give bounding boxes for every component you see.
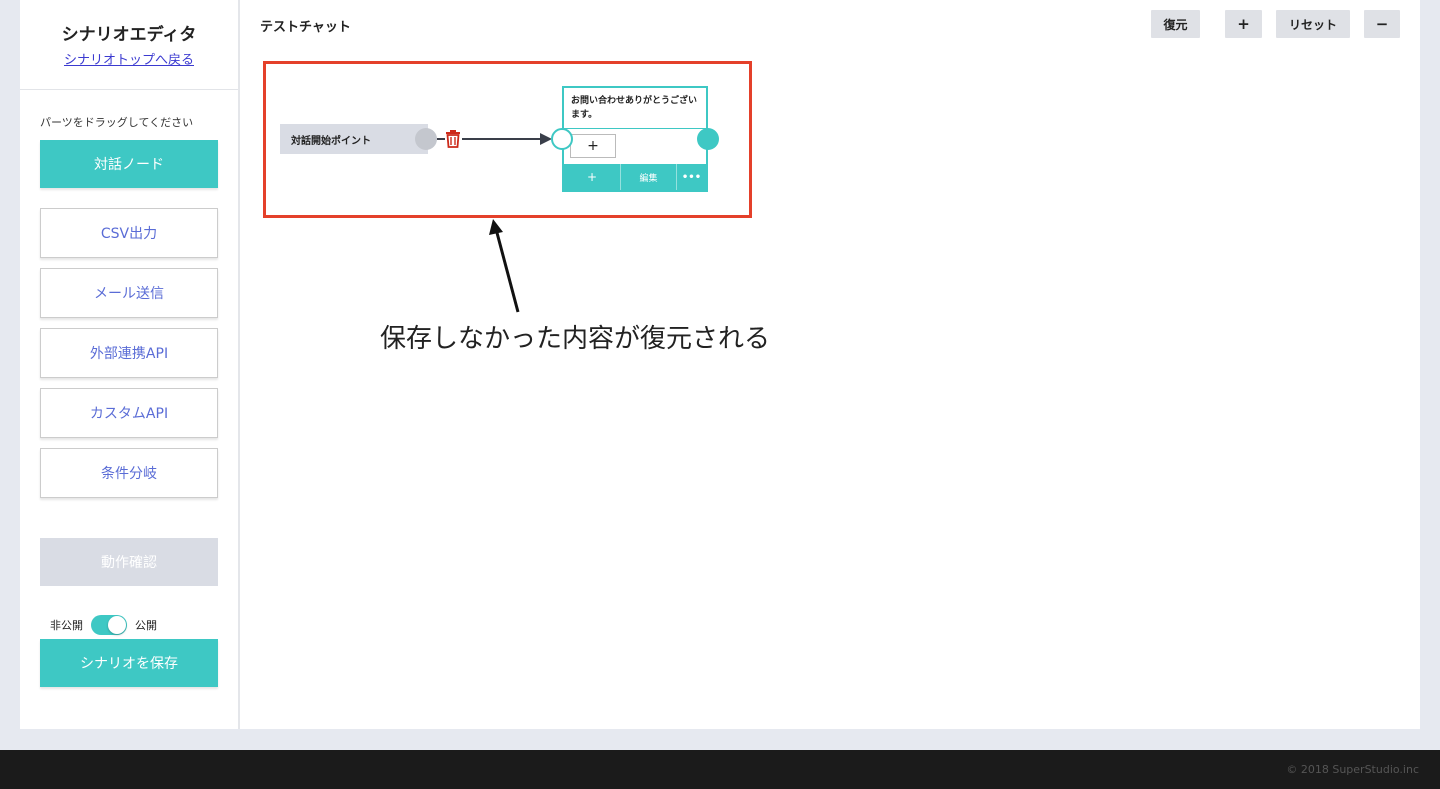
toggle-on-label: 公開 (135, 619, 157, 632)
back-to-top-link[interactable]: シナリオトップへ戻る (20, 49, 238, 68)
node-add-button[interactable]: + (564, 164, 621, 190)
part-dialog-node[interactable]: 対話ノード (40, 140, 218, 188)
toggle-off-label: 非公開 (50, 619, 83, 632)
add-choice-button[interactable]: + (570, 134, 616, 158)
save-scenario-button[interactable]: シナリオを保存 (40, 639, 218, 687)
message-node-text: お問い合わせありがとうございます。 (571, 96, 698, 120)
message-node[interactable]: お問い合わせありがとうございます。 + + 編集 ••• (562, 86, 708, 192)
message-node-divider (564, 128, 706, 129)
part-mail-send[interactable]: メール送信 (40, 268, 218, 318)
part-custom-api[interactable]: カスタムAPI (40, 388, 218, 438)
part-condition-branch[interactable]: 条件分岐 (40, 448, 218, 498)
drag-instruction: パーツをドラッグしてください (40, 116, 194, 129)
footer: © 2018 SuperStudio.inc (0, 750, 1440, 789)
publish-toggle-row: 非公開 公開 (50, 615, 157, 635)
editor-canvas[interactable]: テストチャット 復元 + リセット − 対話開始ポイント お問い合わせありがとう… (240, 0, 1420, 729)
node-more-icon[interactable]: ••• (677, 164, 706, 190)
test-run-button[interactable]: 動作確認 (40, 538, 218, 586)
message-node-footer: + 編集 ••• (564, 164, 706, 190)
message-node-output-port[interactable] (697, 128, 719, 150)
part-csv-output[interactable]: CSV出力 (40, 208, 218, 258)
annotation-arrow-shaft (494, 228, 520, 313)
sidebar: シナリオエディタ シナリオトップへ戻る パーツをドラッグしてください 対話ノード… (20, 0, 238, 729)
annotation-arrow-icon (489, 219, 503, 235)
trash-icon[interactable] (445, 130, 461, 148)
sidebar-divider (20, 89, 238, 90)
publish-toggle[interactable] (91, 615, 127, 635)
toggle-knob (108, 616, 126, 634)
message-node-input-port[interactable] (551, 128, 573, 150)
part-external-api[interactable]: 外部連携API (40, 328, 218, 378)
annotation-text: 保存しなかった内容が復元される (380, 324, 771, 354)
copyright: © 2018 SuperStudio.inc (1286, 763, 1419, 776)
sidebar-title: シナリオエディタ (61, 25, 197, 45)
node-edit-button[interactable]: 編集 (621, 164, 677, 190)
